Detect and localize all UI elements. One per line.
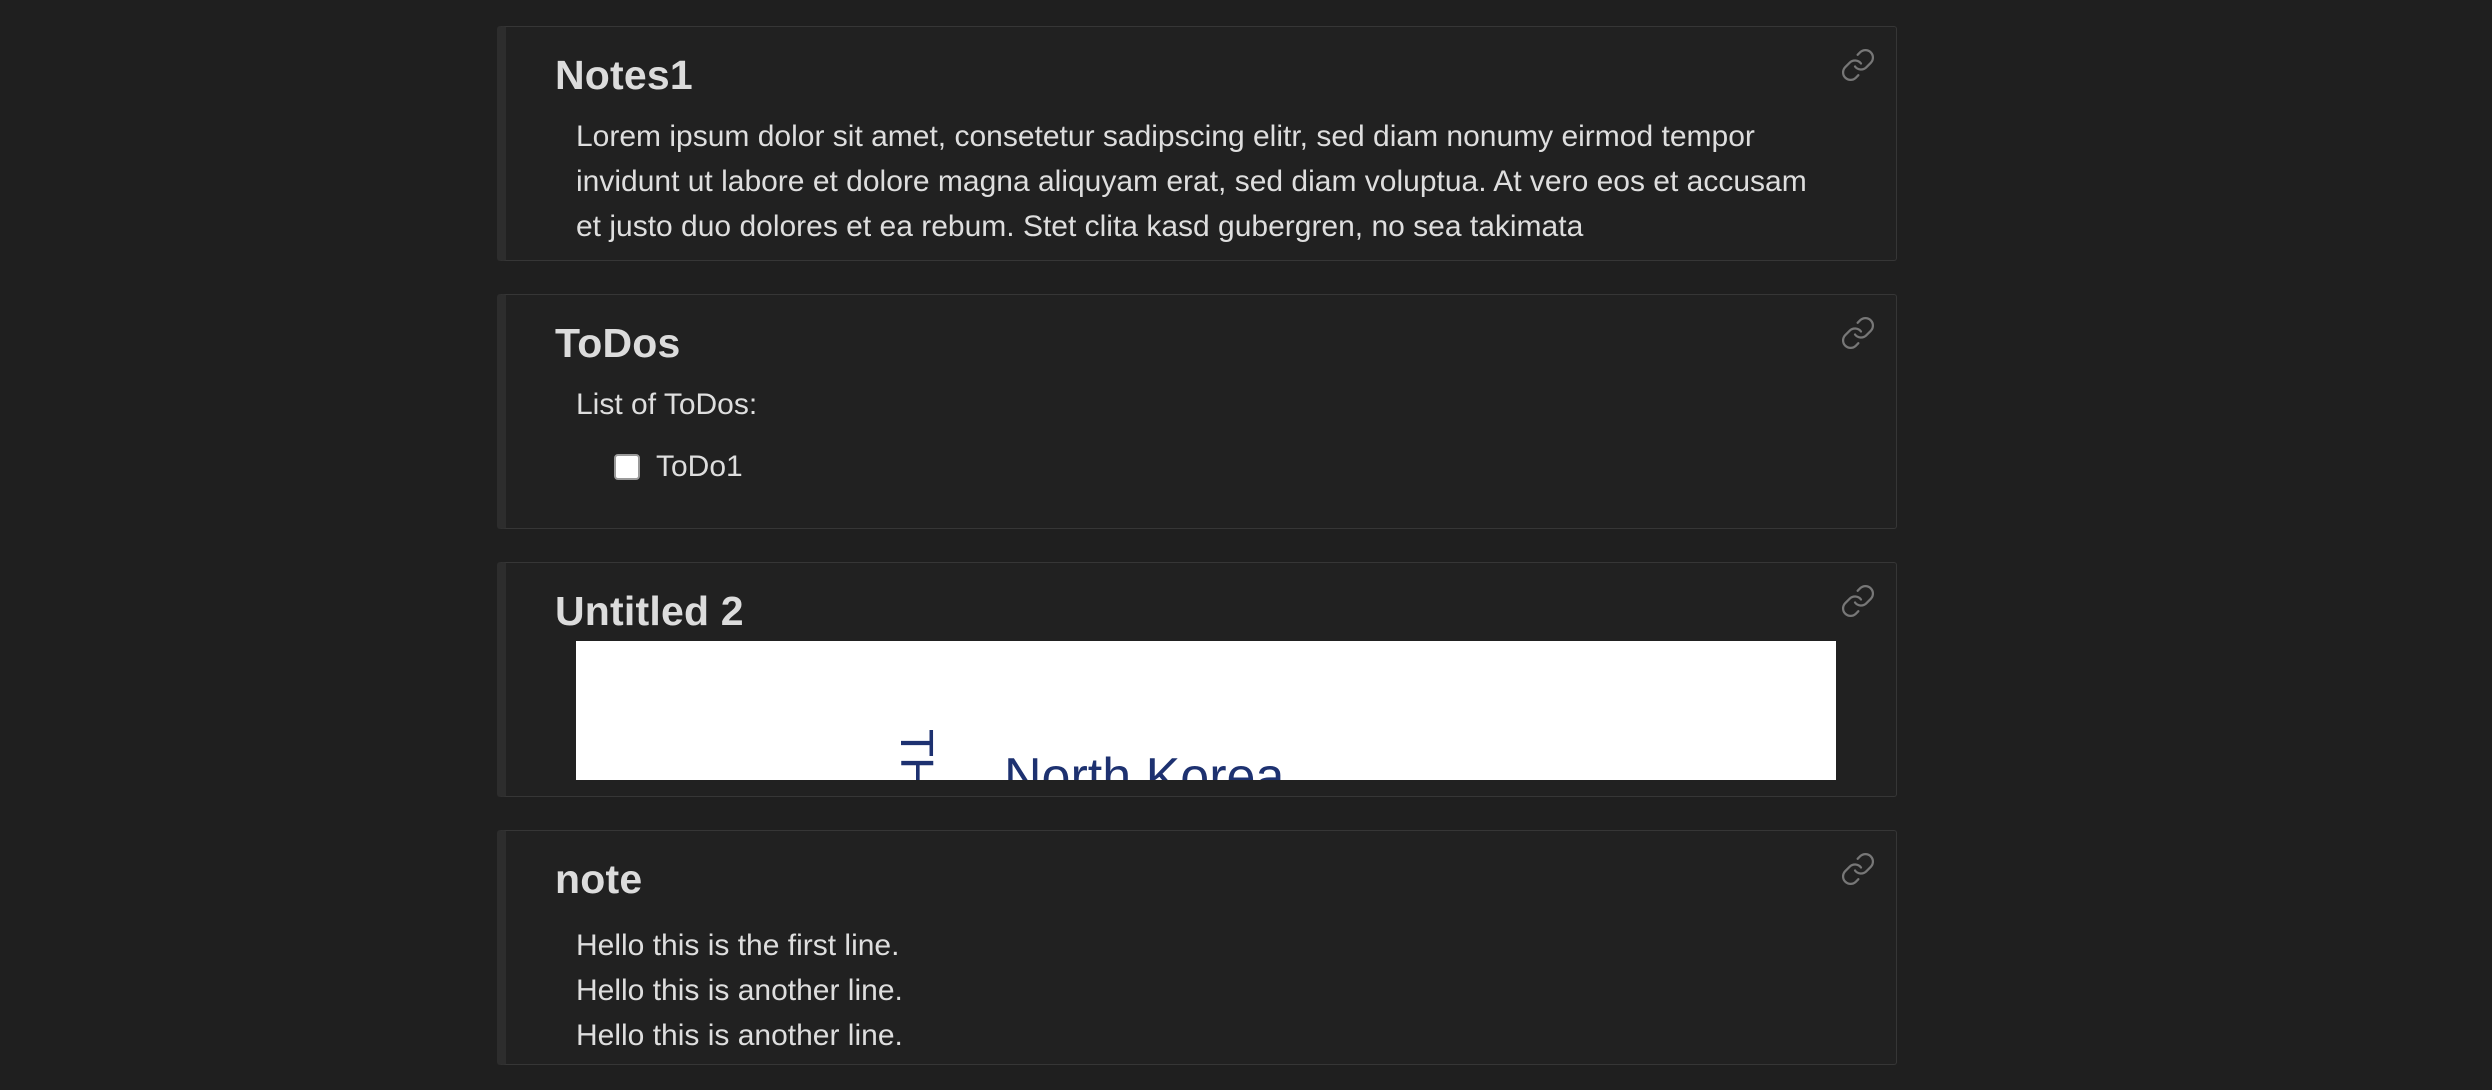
link-icon[interactable] — [1840, 583, 1876, 619]
embed-vertical-text: TH — [891, 729, 943, 780]
todo-item[interactable]: ToDo1 — [614, 444, 1836, 489]
card-body: Hello this is the first line. Hello this… — [576, 923, 1836, 1048]
note-card-notes1[interactable]: Notes1 Lorem ipsum dolor sit amet, conse… — [497, 26, 1897, 261]
embed-label: North Korea — [1004, 748, 1285, 780]
todo-list: ToDo1 — [576, 444, 1836, 489]
card-title: note — [555, 856, 643, 902]
card-title: ToDos — [555, 320, 681, 366]
todo-intro: List of ToDos: — [576, 388, 758, 421]
note-line: Hello this is another line. — [576, 974, 903, 1007]
link-icon[interactable] — [1840, 47, 1876, 83]
todo-label: ToDo1 — [656, 450, 743, 483]
note-card-todos[interactable]: ToDos List of ToDos: ToDo1 — [497, 294, 1897, 529]
note-line: Hello this is another line. — [576, 1019, 903, 1048]
note-text: Lorem ipsum dolor sit amet, consetetur s… — [576, 120, 1807, 243]
embedded-image: TH North Korea — [576, 641, 1836, 780]
notes-board: Notes1 Lorem ipsum dolor sit amet, conse… — [0, 0, 2492, 1090]
card-title: Untitled 2 — [555, 588, 744, 634]
note-card-note[interactable]: note Hello this is the first line. Hello… — [497, 830, 1897, 1065]
link-icon[interactable] — [1840, 851, 1876, 887]
card-body: Lorem ipsum dolor sit amet, consetetur s… — [576, 114, 1836, 244]
note-card-untitled-2[interactable]: Untitled 2 TH North Korea — [497, 562, 1897, 797]
card-body: List of ToDos: ToDo1 — [576, 382, 1836, 512]
note-line: Hello this is the first line. — [576, 929, 900, 962]
card-title: Notes1 — [555, 52, 693, 98]
todo-checkbox[interactable] — [614, 453, 640, 480]
link-icon[interactable] — [1840, 315, 1876, 351]
